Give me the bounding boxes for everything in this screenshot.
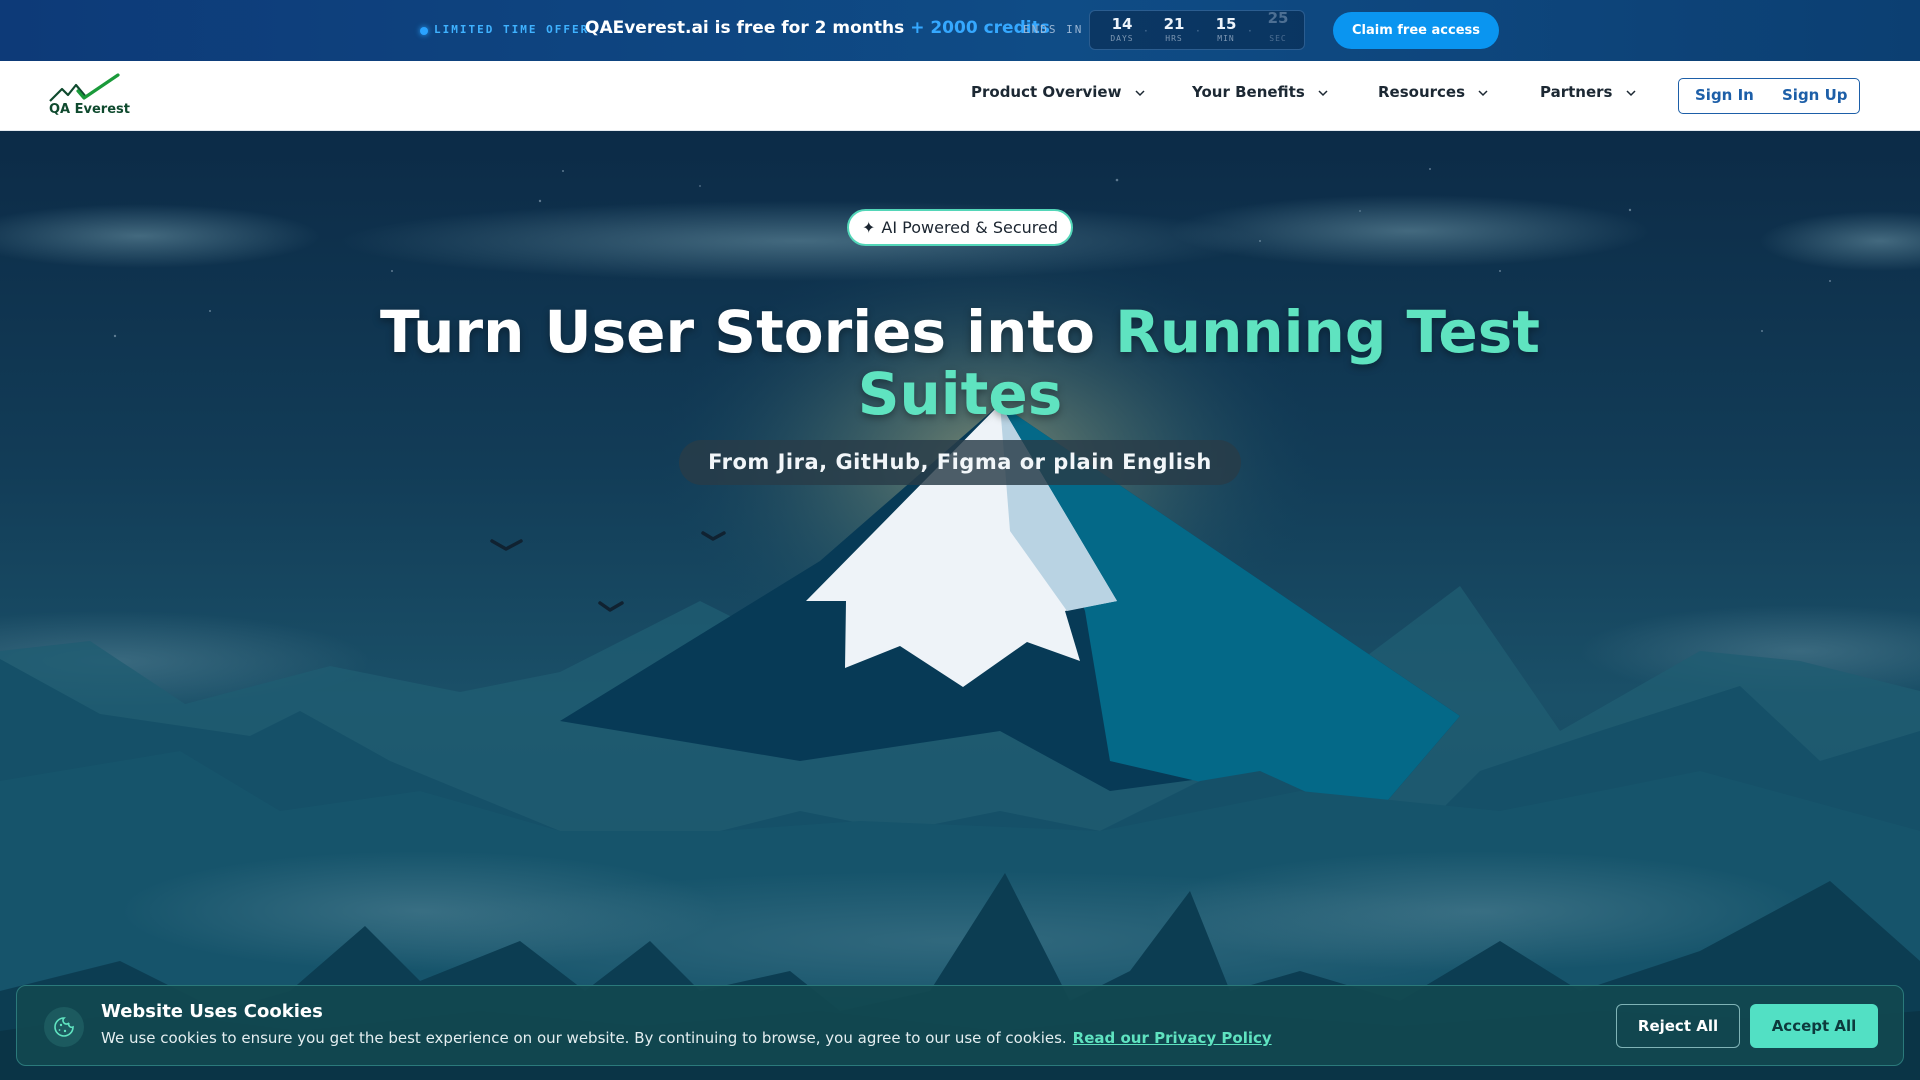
nav-label: Partners xyxy=(1540,83,1613,101)
mountain-landscape-illustration xyxy=(0,131,1920,1080)
claim-free-access-button[interactable]: Claim free access xyxy=(1333,12,1499,49)
countdown-value: 25 xyxy=(1267,9,1289,27)
nav-partners[interactable]: Partners xyxy=(1540,83,1636,101)
countdown-separator: · xyxy=(1196,24,1200,38)
chevron-down-icon xyxy=(1478,89,1488,96)
sign-up-button[interactable]: Sign Up xyxy=(1782,79,1848,112)
countdown-value: 15 xyxy=(1215,15,1237,33)
countdown-timer: 14 DAYS · 21 HRS · 15 MIN · 25 SEC xyxy=(1089,9,1305,50)
countdown-unit: SEC xyxy=(1269,34,1287,43)
countdown-separator: · xyxy=(1248,24,1252,38)
main-nav: QA Everest Product Overview Your Benefit… xyxy=(0,61,1920,131)
cookie-body-text: We use cookies to ensure you get the bes… xyxy=(101,1029,1067,1047)
live-dot-icon xyxy=(420,27,428,35)
countdown-days: 14 DAYS xyxy=(1102,15,1142,44)
ends-in-label: ENDS IN xyxy=(1023,23,1084,36)
countdown-minutes: 15 MIN xyxy=(1206,15,1246,44)
nav-label: Your Benefits xyxy=(1192,83,1305,101)
nav-resources[interactable]: Resources xyxy=(1378,83,1488,101)
promo-banner: LIMITED TIME OFFER QAEverest.ai is free … xyxy=(0,0,1920,61)
sign-in-button[interactable]: Sign In xyxy=(1695,79,1754,112)
mountain-check-logo-icon xyxy=(49,73,120,102)
countdown-unit: DAYS xyxy=(1110,34,1134,43)
nav-product-overview[interactable]: Product Overview xyxy=(971,83,1145,101)
chevron-down-icon xyxy=(1626,89,1636,96)
countdown-unit: MIN xyxy=(1217,34,1235,43)
hero-section: ✦ AI Powered & Secured Turn User Stories … xyxy=(0,131,1920,1080)
cookie-icon xyxy=(44,1007,84,1047)
hero-headline: Turn User Stories into Running Test Suit… xyxy=(360,301,1560,425)
accept-all-button[interactable]: Accept All xyxy=(1750,1004,1878,1048)
chevron-down-icon xyxy=(1318,89,1328,96)
hero-subline: From Jira, GitHub, Figma or plain Englis… xyxy=(679,440,1241,485)
privacy-policy-link[interactable]: Read our Privacy Policy xyxy=(1073,1029,1272,1047)
headline-main: Turn User Stories into xyxy=(379,298,1095,366)
nav-label: Product Overview xyxy=(971,83,1122,101)
chevron-down-icon xyxy=(1135,89,1145,96)
countdown-seconds: 25 SEC xyxy=(1258,9,1298,44)
cookie-banner: Website Uses Cookies We use cookies to e… xyxy=(16,985,1904,1066)
promo-headline: QAEverest.ai is free for 2 months + 2000… xyxy=(585,18,1050,38)
countdown-hours: 21 HRS xyxy=(1154,15,1194,44)
sparkle-icon: ✦ xyxy=(862,218,876,237)
logo-text: QA Everest xyxy=(49,102,130,117)
nav-your-benefits[interactable]: Your Benefits xyxy=(1192,83,1328,101)
cookie-message: We use cookies to ensure you get the bes… xyxy=(101,1029,1272,1047)
reject-all-button[interactable]: Reject All xyxy=(1616,1004,1740,1048)
promo-tag: LIMITED TIME OFFER xyxy=(434,23,590,36)
nav-label: Resources xyxy=(1378,83,1466,101)
countdown-unit: HRS xyxy=(1165,34,1183,43)
countdown-separator: · xyxy=(1144,24,1148,38)
auth-group: Sign In Sign Up xyxy=(1678,78,1860,114)
ai-powered-badge: ✦ AI Powered & Secured xyxy=(847,209,1073,246)
countdown-value: 14 xyxy=(1111,15,1133,33)
badge-label: AI Powered & Secured xyxy=(881,218,1058,237)
countdown-value: 21 xyxy=(1163,15,1185,33)
cookie-title: Website Uses Cookies xyxy=(101,1001,323,1022)
promo-headline-text: QAEverest.ai is free for 2 months xyxy=(585,18,905,38)
